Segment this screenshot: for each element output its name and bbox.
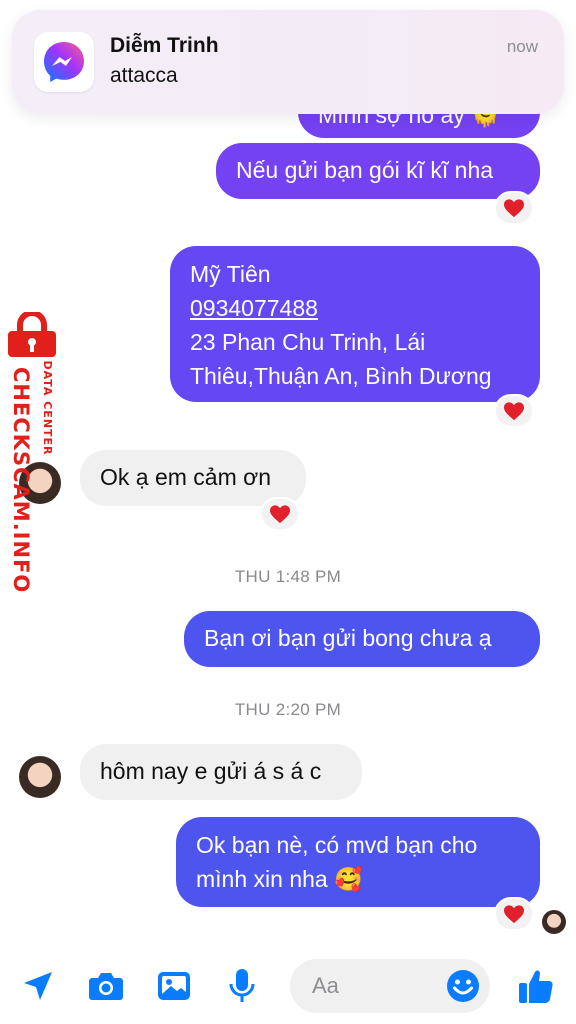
heart-icon xyxy=(270,505,290,524)
camera-button[interactable] xyxy=(86,966,126,1006)
chat-thread: Mình sợ nó ấy 🫠 Nếu gửi bạn gói kĩ kĩ nh… xyxy=(0,0,576,940)
message-line-name: Mỹ Tiên xyxy=(190,261,271,287)
contact-avatar[interactable] xyxy=(19,756,61,798)
messenger-app-icon xyxy=(34,32,94,92)
heart-reaction[interactable] xyxy=(260,497,300,531)
heart-reaction[interactable] xyxy=(494,191,534,225)
message-bubble-outgoing[interactable]: Bạn ơi bạn gửi bong chưa ạ xyxy=(184,611,540,667)
heart-icon xyxy=(504,199,524,218)
message-input-container[interactable] xyxy=(290,959,490,1013)
watermark-subtext: DATA CENTER xyxy=(41,360,54,456)
timestamp-divider: THU 2:20 PM xyxy=(234,700,342,719)
message-line: mình xin nha 🥰 xyxy=(196,866,363,892)
message-input[interactable] xyxy=(312,972,432,1000)
message-line-address: Thiêu,Thuận An, Bình Dương xyxy=(190,363,492,389)
thumbs-up-icon xyxy=(519,970,553,1003)
phone-number-link[interactable]: 0934077488 xyxy=(190,291,520,325)
message-bubble-address[interactable]: Mỹ Tiên 0934077488 23 Phan Chu Trinh, Lá… xyxy=(170,246,540,402)
watermark-text: CHECKSCAM.INFO xyxy=(9,367,33,594)
message-text: Bạn ơi bạn gửi bong chưa ạ xyxy=(204,625,492,651)
message-bubble-incoming[interactable]: hôm nay e gửi á s á c xyxy=(80,744,362,800)
message-bubble-outgoing[interactable]: Nếu gửi bạn gói kĩ kĩ nha xyxy=(216,143,540,199)
voice-message-button[interactable] xyxy=(222,966,262,1006)
heart-reaction[interactable] xyxy=(494,897,534,931)
notification-message: attacca xyxy=(110,64,178,87)
message-line: Ok bạn nè, có mvd bạn cho xyxy=(196,832,478,858)
send-location-button[interactable] xyxy=(18,966,58,1006)
gallery-button[interactable] xyxy=(154,966,194,1006)
heart-reaction[interactable] xyxy=(494,394,534,428)
notification-time: now xyxy=(506,37,538,56)
microphone-icon xyxy=(229,969,255,1002)
notification-banner[interactable]: Diễm Trinh attacca now xyxy=(12,10,564,114)
message-bubble-outgoing[interactable]: Ok bạn nè, có mvd bạn cho mình xin nha 🥰 xyxy=(176,817,540,907)
message-line-address: 23 Phan Chu Trinh, Lái xyxy=(190,329,426,355)
heart-icon xyxy=(504,905,524,924)
message-text: Ok ạ em cảm ơn xyxy=(100,464,272,490)
heart-icon xyxy=(504,402,524,421)
message-text: Nếu gửi bạn gói kĩ kĩ nha xyxy=(236,157,494,183)
notification-sender: Diễm Trinh xyxy=(110,34,219,57)
timestamp-divider: THU 1:48 PM xyxy=(234,567,342,586)
emoji-icon[interactable] xyxy=(446,969,480,1003)
like-button[interactable] xyxy=(516,966,556,1006)
gallery-icon xyxy=(158,972,190,1000)
camera-icon xyxy=(89,973,123,1000)
message-composer xyxy=(0,948,576,1024)
send-arrow-icon xyxy=(24,972,52,1000)
seen-receipt-avatar xyxy=(542,910,566,934)
message-text: hôm nay e gửi á s á c xyxy=(100,758,322,784)
